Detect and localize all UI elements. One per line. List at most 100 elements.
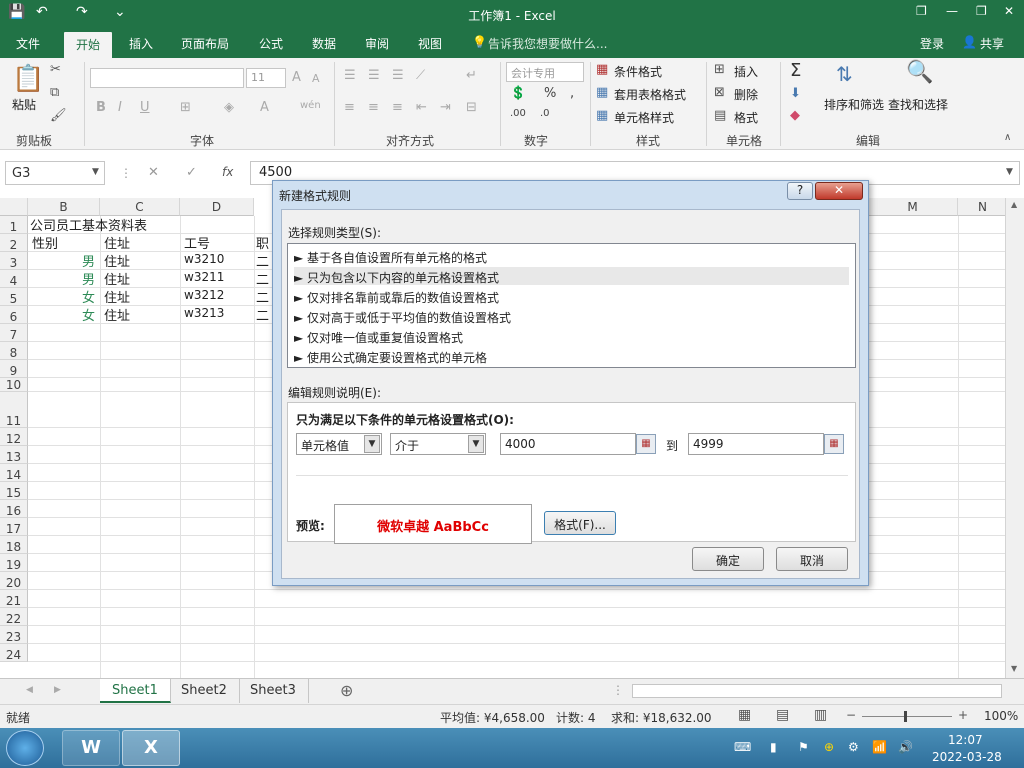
cell-d3[interactable]: w3210 — [184, 252, 224, 266]
copy-icon[interactable]: ⧉ — [50, 85, 59, 100]
find-select-icon[interactable]: 🔍 — [906, 60, 933, 85]
format-painter-icon[interactable]: 🖌 — [50, 108, 67, 123]
delete-cells-icon[interactable]: ⊠ — [714, 85, 725, 100]
clear-icon[interactable]: ◆ — [790, 108, 800, 123]
row-header-20[interactable]: 20 — [0, 572, 28, 590]
collapse-dialog-icon[interactable]: ▦ — [636, 434, 656, 454]
tab-data[interactable]: 数据 — [312, 35, 336, 52]
zoom-level[interactable]: 100% — [984, 709, 1018, 723]
rule-item[interactable]: ► 仅对排名靠前或靠后的数值设置格式 — [294, 287, 849, 305]
row-header-14[interactable]: 14 — [0, 464, 28, 482]
format-button[interactable]: 格式(F)... — [544, 511, 616, 535]
font-color-button[interactable]: A — [260, 100, 269, 115]
value2-input[interactable]: 4999 — [688, 433, 824, 455]
cell-c2[interactable]: 住址 — [104, 233, 130, 252]
row-header-19[interactable]: 19 — [0, 554, 28, 572]
percent-button[interactable]: % — [544, 86, 556, 101]
border-icon[interactable]: ⊞ — [180, 100, 191, 115]
rule-type-list[interactable]: ► 基于各自值设置所有单元格的格式 ► 只为包含以下内容的单元格设置格式 ► 仅… — [287, 243, 856, 368]
merge-icon[interactable]: ⊟ — [466, 100, 477, 115]
cell-b2[interactable]: 性别 — [32, 233, 58, 252]
column-header-b[interactable]: B — [28, 198, 100, 216]
cell-e4[interactable]: 二 — [256, 269, 269, 288]
cell-e5[interactable]: 二 — [256, 287, 269, 306]
cell-c3[interactable]: 住址 — [104, 251, 130, 270]
align-bottom-icon[interactable]: ☰ — [392, 68, 404, 83]
tab-file[interactable]: 文件 — [16, 35, 40, 52]
ok-button[interactable]: 确定 — [692, 547, 764, 571]
row-header-11[interactable]: 11 — [0, 392, 28, 428]
shrink-font-icon[interactable]: A — [312, 72, 320, 85]
cell-styles-button[interactable]: 单元格样式 — [614, 109, 674, 126]
name-box[interactable]: G3 — [5, 161, 105, 185]
find-select-button[interactable]: 查找和选择 — [888, 96, 948, 113]
tab-view[interactable]: 视图 — [418, 35, 442, 52]
normal-view-icon[interactable]: ▦ — [738, 707, 751, 723]
chevron-down-icon[interactable]: ▼ — [364, 435, 380, 453]
login-link[interactable]: 登录 — [920, 35, 944, 52]
autosum-icon[interactable]: Σ — [790, 60, 801, 81]
page-layout-icon[interactable]: ▤ — [776, 707, 789, 723]
usb-icon[interactable]: ▮ — [770, 740, 777, 754]
fill-icon[interactable]: ⬇ — [790, 86, 801, 101]
delete-cells-button[interactable]: 删除 — [734, 86, 758, 103]
align-middle-icon[interactable]: ☰ — [368, 68, 380, 83]
row-header-13[interactable]: 13 — [0, 446, 28, 464]
rule-item[interactable]: ► 仅对唯一值或重复值设置格式 — [294, 327, 849, 345]
keyboard-icon[interactable]: ⌨ — [734, 740, 751, 754]
dialog-close-button[interactable]: ✕ — [815, 182, 863, 200]
maximize-icon[interactable]: ❐ — [976, 4, 987, 18]
column-header-d[interactable]: D — [180, 198, 254, 216]
rule-item[interactable]: ► 使用公式确定要设置格式的单元格 — [294, 347, 849, 365]
font-name-combo[interactable] — [90, 68, 244, 88]
insert-cells-icon[interactable]: ⊞ — [714, 62, 725, 77]
zoom-in-icon[interactable]: + — [958, 708, 968, 722]
sheet-tab-1[interactable]: Sheet1 — [100, 679, 171, 703]
align-right-icon[interactable]: ≡ — [392, 100, 403, 115]
expand-formula-icon[interactable]: ▼ — [1006, 167, 1013, 177]
security-icon[interactable]: ⚑ — [798, 740, 809, 754]
row-header-6[interactable]: 6 — [0, 306, 28, 324]
prev-sheet-icon[interactable]: ◀ — [26, 685, 33, 695]
next-sheet-icon[interactable]: ▶ — [54, 685, 61, 695]
cell-e6[interactable]: 二 — [256, 305, 269, 324]
select-all[interactable] — [0, 198, 28, 216]
insert-cells-button[interactable]: 插入 — [734, 63, 758, 80]
horizontal-scrollbar[interactable] — [632, 684, 1002, 698]
rule-item[interactable]: ► 仅对高于或低于平均值的数值设置格式 — [294, 307, 849, 325]
tab-insert[interactable]: 插入 — [129, 35, 153, 52]
value1-input[interactable]: 4000 — [500, 433, 636, 455]
cell-b6[interactable]: 女 — [82, 305, 95, 324]
grow-font-icon[interactable]: A — [292, 70, 301, 85]
number-format-combo[interactable]: 会计专用 — [506, 62, 584, 82]
row-header-5[interactable]: 5 — [0, 288, 28, 306]
italic-button[interactable]: I — [118, 100, 122, 115]
page-break-icon[interactable]: ▥ — [814, 707, 827, 723]
rule-item-selected[interactable]: ► 只为包含以下内容的单元格设置格式 — [294, 267, 849, 285]
format-table-icon[interactable]: ▦ — [596, 85, 608, 100]
cell-c6[interactable]: 住址 — [104, 305, 130, 324]
collapse-ribbon-icon[interactable]: ∧ — [1004, 132, 1011, 143]
align-top-icon[interactable]: ☰ — [344, 68, 356, 83]
insert-function-icon[interactable]: fx — [222, 165, 233, 179]
volume-icon[interactable]: 🔊 — [898, 740, 913, 754]
zoom-slider-thumb[interactable] — [904, 711, 907, 722]
cancel-icon[interactable]: ✕ — [148, 165, 159, 180]
row-header-22[interactable]: 22 — [0, 608, 28, 626]
cell-e2[interactable]: 职 — [256, 233, 269, 252]
cell-b1[interactable]: 公司员工基本资料表 — [30, 215, 147, 234]
cell-c4[interactable]: 住址 — [104, 269, 130, 288]
tab-split-icon[interactable]: ⋮ — [612, 683, 624, 697]
paste-button[interactable]: 粘贴 — [12, 96, 36, 113]
help-button[interactable]: ? — [787, 182, 813, 200]
cancel-button[interactable]: 取消 — [776, 547, 848, 571]
operator-dropdown[interactable]: 介于 ▼ — [390, 433, 486, 455]
rule-item[interactable]: ► 基于各自值设置所有单元格的格式 — [294, 247, 849, 265]
align-center-icon[interactable]: ≡ — [368, 100, 379, 115]
row-header-17[interactable]: 17 — [0, 518, 28, 536]
tell-me-input[interactable]: 告诉我您想要做什么... — [488, 35, 607, 52]
format-cells-button[interactable]: 格式 — [734, 109, 758, 126]
sort-filter-icon[interactable]: ⇅ — [836, 62, 853, 86]
word-taskbar-icon[interactable]: W — [62, 730, 120, 766]
sort-filter-button[interactable]: 排序和筛选 — [824, 96, 884, 113]
